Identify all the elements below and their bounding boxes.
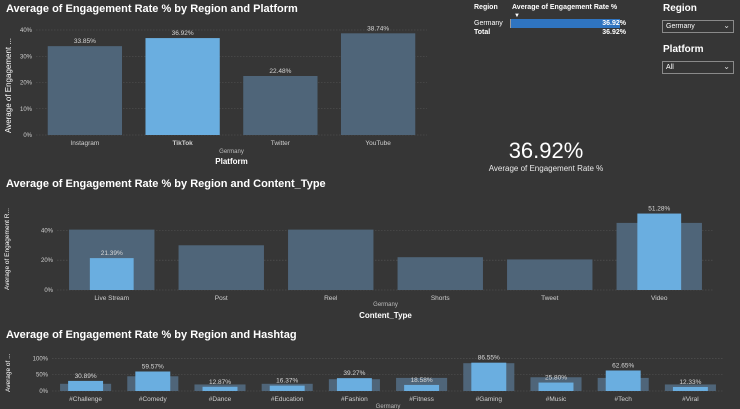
y-tick-label: 0% [39,389,48,395]
region-slicer-dropdown[interactable]: Germany ⌄ [662,20,734,33]
data-label: 62.65% [612,362,634,369]
matrix-total-value: 36.92% [602,29,626,36]
x-axis-title: Content_Type [359,311,412,320]
x-category-label: #Fashion [341,396,368,403]
bar-bg-post [178,245,264,290]
x-category-label: Instagram [70,140,99,147]
bar-youtube [340,33,416,136]
kpi-card: 36.92% Average of Engagement Rate % [476,138,616,173]
chevron-down-icon: ⌄ [723,62,730,71]
bar-fashion [336,378,372,391]
bar-dance [202,386,238,391]
kpi-card-value: 36.92% [508,138,584,163]
x-category-label: #Dance [209,396,232,403]
y-tick-label: 0% [44,288,53,294]
bar-viral [672,386,708,391]
platform-slicer-title: Platform [663,44,704,55]
region-slicer-title: Region [663,3,697,14]
data-label: 38.74% [367,25,389,32]
chevron-down-icon: ⌄ [723,21,730,30]
data-label: 16.37% [276,378,298,385]
matrix-row-germany-label[interactable]: Germany [474,20,503,27]
bar-comedy [135,371,171,391]
y-tick-label: 40% [20,28,33,34]
platform-slicer-dropdown[interactable]: All ⌄ [662,61,734,74]
matrix-row-germany-value: 36.92% [602,20,626,27]
x-category-label: Shorts [431,295,451,302]
bar-bg-reel [288,229,374,290]
bar-bg-tweet [507,259,593,290]
matrix-total-label: Total [474,29,491,36]
data-label: 12.33% [679,379,701,386]
platform-slicer-value: All [666,64,674,71]
data-label: 59.57% [142,364,164,371]
bar-fitness [404,384,440,391]
x-category-label: Tweet [541,295,559,302]
matrix-col-measure[interactable]: Average of Engagement Rate % [512,4,617,11]
x-category-label: #Gaming [476,396,503,403]
y-tick-label: 20% [41,258,54,264]
chart2-ylabel: Average of Engagement R... [4,208,11,290]
x-category-label: #Music [546,396,567,403]
x-legend-label: Germany [373,302,398,308]
region-slicer-value: Germany [666,23,695,30]
x-category-label: #Tech [615,396,633,403]
bar-bg-shorts [397,257,483,290]
data-label: 12.87% [209,379,231,386]
y-tick-label: 40% [41,228,54,234]
chart3-plot: 0% 50% 100% 30.89% #Challenge 59.57% #Comedy 12… [33,355,724,409]
chart3-ylabel: Average of ... [5,353,12,392]
x-category-label: #Viral [682,396,699,403]
chart1-ylabel: Average of Engagement ... [4,37,13,133]
data-label: 39.27% [343,370,365,377]
x-category-label: #Comedy [139,396,168,403]
bar-video [637,213,682,290]
bar-challenge [68,380,104,391]
x-category-label: Twitter [271,140,291,147]
x-category-label: Video [651,295,668,302]
x-category-label: YouTube [365,140,391,147]
matrix-table: Region Average of Engagement Rate % ▼ Ge… [474,4,630,40]
chart1-title: Average of Engagement Rate % by Region a… [6,3,298,15]
x-category-label: Reel [324,295,338,302]
y-tick-label: 10% [20,107,33,113]
bar-gaming [471,362,507,391]
matrix-col-region: Region [474,4,498,11]
x-category-label: #Challenge [69,396,102,403]
y-tick-label: 100% [33,356,49,362]
chart2-plot: 0% 20% 40% 21.39% Live Stream Post Reel Shorts T… [41,206,714,320]
y-tick-label: 20% [20,81,33,87]
data-label: 22.48% [269,68,291,75]
bar-education [269,385,305,391]
bar-tech [605,370,641,391]
kpi-card-label: Average of Engagement Rate % [488,164,604,173]
bar-music [538,382,574,391]
x-category-label: Live Stream [94,295,129,302]
x-legend-label: Germany [376,404,401,409]
chart3-title: Average of Engagement Rate % by Region a… [6,329,297,341]
data-label: 18.58% [411,377,433,384]
bar-livestream [89,258,134,290]
x-category-label: TikTok [172,140,193,147]
chart1-plot: 0% 10% 20% 30% 40% 33.85% Instagram 36.92% TikTo… [20,25,427,166]
y-tick-label: 50% [36,373,49,379]
bar-instagram [47,46,123,135]
data-label: 33.85% [74,38,96,45]
data-label: 86.55% [478,355,500,362]
y-tick-label: 30% [20,54,33,60]
chart2-title: Average of Engagement Rate % by Region a… [6,178,326,190]
x-axis-title: Platform [215,157,247,166]
data-label: 25.80% [545,375,567,382]
x-legend-label: Germany [219,149,244,155]
x-category-label: #Education [271,396,304,403]
data-label: 36.92% [172,30,194,37]
y-tick-label: 0% [23,133,32,139]
data-label: 51.28% [648,206,670,213]
bar-tiktok [145,38,220,135]
data-label: 21.39% [101,250,123,257]
x-category-label: Post [215,295,228,302]
data-label: 30.89% [75,373,97,380]
x-category-label: #Fitness [409,396,434,403]
bar-twitter [243,75,318,135]
